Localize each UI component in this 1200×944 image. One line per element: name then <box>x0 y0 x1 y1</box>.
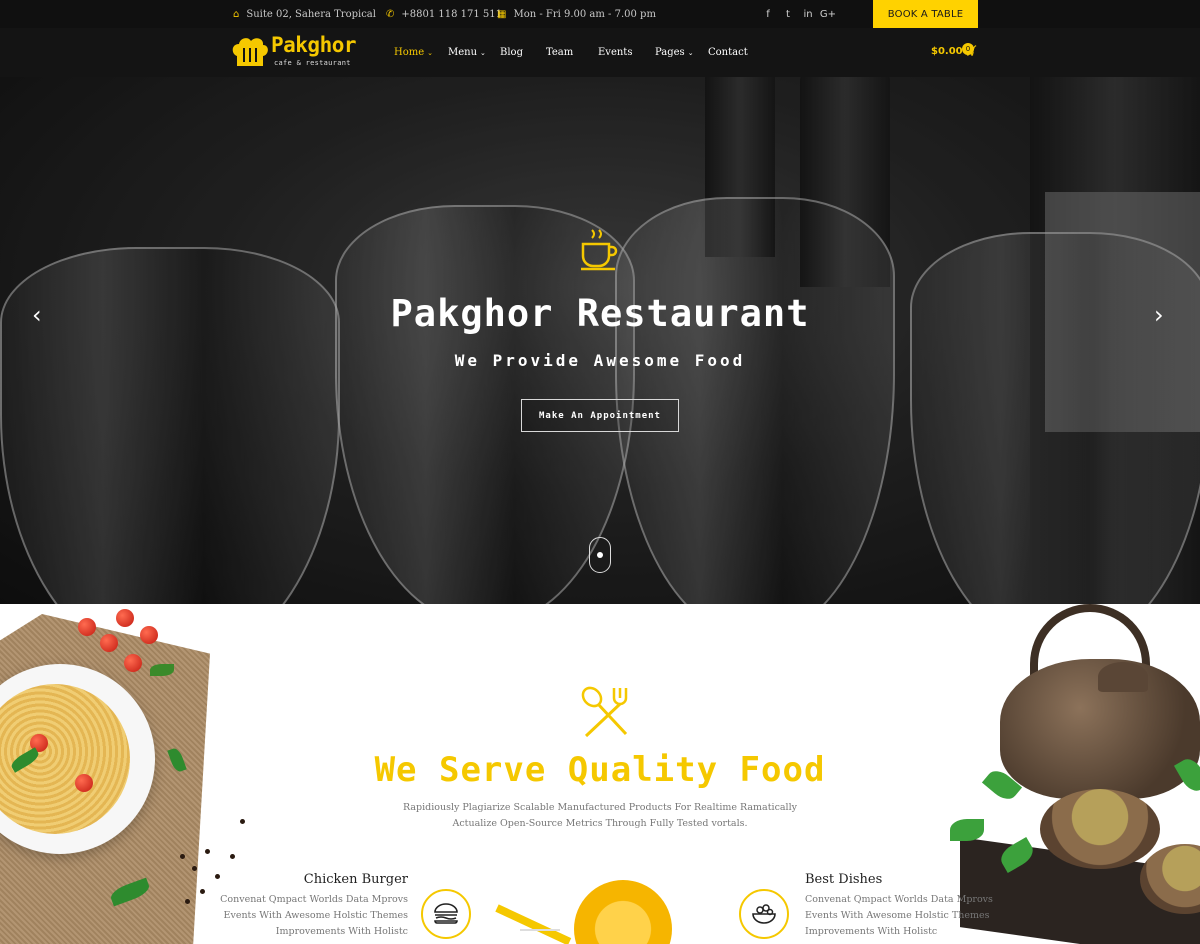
feature-line: Improvements With Holistc <box>805 926 938 937</box>
cart-count-badge: 0 <box>962 43 974 55</box>
section-title: We Serve Quality Food <box>374 750 826 790</box>
chevron-down-icon: ⌄ <box>427 48 434 57</box>
nav-blog-label: Blog <box>500 47 523 58</box>
section-description: Rapidiously Plagiarize Scalable Manufact… <box>402 802 797 829</box>
brand-tagline: cafe & restaurant <box>274 59 351 67</box>
peppercorn-image <box>240 819 245 824</box>
feature-chicken-burger: Chicken Burger Convenat Qmpact Worlds Da… <box>208 872 408 940</box>
hero-slider: Pakghor Restaurant We Provide Awesome Fo… <box>0 77 1200 604</box>
address-text: Suite 02, Sahera Tropical <box>246 8 376 20</box>
book-table-button[interactable]: BOOK A TABLE <box>873 0 978 28</box>
scroll-down-indicator[interactable] <box>589 537 611 573</box>
chevron-down-icon: ⌄ <box>687 48 694 57</box>
hours-text: Mon - Fri 9.00 am - 7.00 pm <box>513 8 656 20</box>
hero-overlay <box>0 77 1200 604</box>
hero-subtitle: We Provide Awesome Food <box>454 351 746 370</box>
tomato-image <box>116 609 134 627</box>
feature-line: Events With Awesome Holstic Themes <box>223 910 408 921</box>
burger-icon-circle <box>421 889 471 939</box>
nav-team-label: Team <box>546 47 574 58</box>
dishes-icon-circle <box>739 889 789 939</box>
peppercorn-image <box>185 899 190 904</box>
feature-title: Chicken Burger <box>303 872 408 887</box>
spoon-fork-icon <box>581 686 628 738</box>
nav-pages-label: Pages <box>655 47 685 58</box>
next-slide-arrow-icon[interactable]: › <box>1154 301 1164 329</box>
main-navbar: Pakghor cafe & restaurant Home ⌄ Menu ⌄ Bl… <box>0 28 1200 77</box>
feature-line: Convenat Qmpact Worlds Data Mprovs <box>220 894 408 905</box>
salad-bowl-icon <box>752 904 776 924</box>
peppercorn-image <box>180 854 185 859</box>
tomato-image <box>100 634 118 652</box>
phone-info[interactable]: ✆ +8801 118 171 511 <box>386 0 502 28</box>
nav-events[interactable]: Events <box>598 28 632 77</box>
peppercorn-image <box>200 889 205 894</box>
hours-info: ▦ Mon - Fri 9.00 am - 7.00 pm <box>497 0 656 28</box>
nav-blog[interactable]: Blog <box>500 28 523 77</box>
appointment-button[interactable]: Make An Appointment <box>521 399 679 432</box>
linkedin-icon[interactable]: in <box>798 9 818 20</box>
prev-slide-arrow-icon[interactable]: ‹ <box>32 301 42 329</box>
coffee-cup-icon <box>581 229 618 271</box>
home-icon: ⌂ <box>233 8 240 20</box>
feature-line: Improvements With Holistc <box>275 926 408 937</box>
calendar-icon: ▦ <box>497 8 507 20</box>
cart-total: $0.00 <box>931 46 963 57</box>
peppercorn-image <box>192 866 197 871</box>
logo[interactable]: Pakghor cafe & restaurant <box>231 33 366 73</box>
nav-menu-label: Menu <box>448 47 478 58</box>
mint-leaf-image <box>950 819 984 841</box>
leaf-image <box>150 664 174 676</box>
teapot-lid-image <box>1098 662 1148 692</box>
tomato-image <box>78 618 96 636</box>
nav-home[interactable]: Home ⌄ <box>394 28 433 77</box>
scroll-dot <box>597 552 603 558</box>
feature-title: Best Dishes <box>805 872 883 887</box>
facebook-icon[interactable]: f <box>758 9 778 20</box>
tea-bowl-image <box>1040 789 1160 869</box>
nav-contact[interactable]: Contact <box>708 28 748 77</box>
feature-line: Convenat Qmpact Worlds Data Mprovs <box>805 894 993 905</box>
glass-image <box>520 929 560 944</box>
peppercorn-image <box>205 849 210 854</box>
orange-slice-image <box>574 880 672 944</box>
brand-name: Pakghor <box>271 33 357 57</box>
chef-hat-icon <box>232 38 268 66</box>
feature-line: Events With Awesome Holstic Themes <box>805 910 990 921</box>
burger-icon <box>434 903 458 924</box>
phone-icon: ✆ <box>386 8 395 20</box>
feature-best-dishes: Best Dishes Convenat Qmpact Worlds Data … <box>805 872 1005 940</box>
address-info: ⌂ Suite 02, Sahera Tropical <box>233 0 376 28</box>
chevron-down-icon: ⌄ <box>480 48 486 57</box>
nav-events-label: Events <box>598 47 633 58</box>
hero-title: Pakghor Restaurant <box>390 292 810 335</box>
nav-pages[interactable]: Pages ⌄ <box>655 28 694 77</box>
google-plus-icon[interactable]: G+ <box>818 9 838 20</box>
nav-home-label: Home <box>394 47 425 58</box>
tomato-image <box>124 654 142 672</box>
top-bar: ⌂ Suite 02, Sahera Tropical ✆ +8801 118 … <box>0 0 1200 28</box>
nav-menu[interactable]: Menu ⌄ <box>448 28 486 77</box>
services-section: We Serve Quality Food Rapidiously Plagia… <box>0 604 1200 944</box>
peppercorn-image <box>230 854 235 859</box>
twitter-icon[interactable]: t <box>778 9 798 20</box>
nav-contact-label: Contact <box>708 47 748 58</box>
phone-text[interactable]: +8801 118 171 511 <box>401 9 502 20</box>
social-links: f t in G+ <box>758 0 838 28</box>
tomato-image <box>140 626 158 644</box>
nav-team[interactable]: Team <box>546 28 573 77</box>
